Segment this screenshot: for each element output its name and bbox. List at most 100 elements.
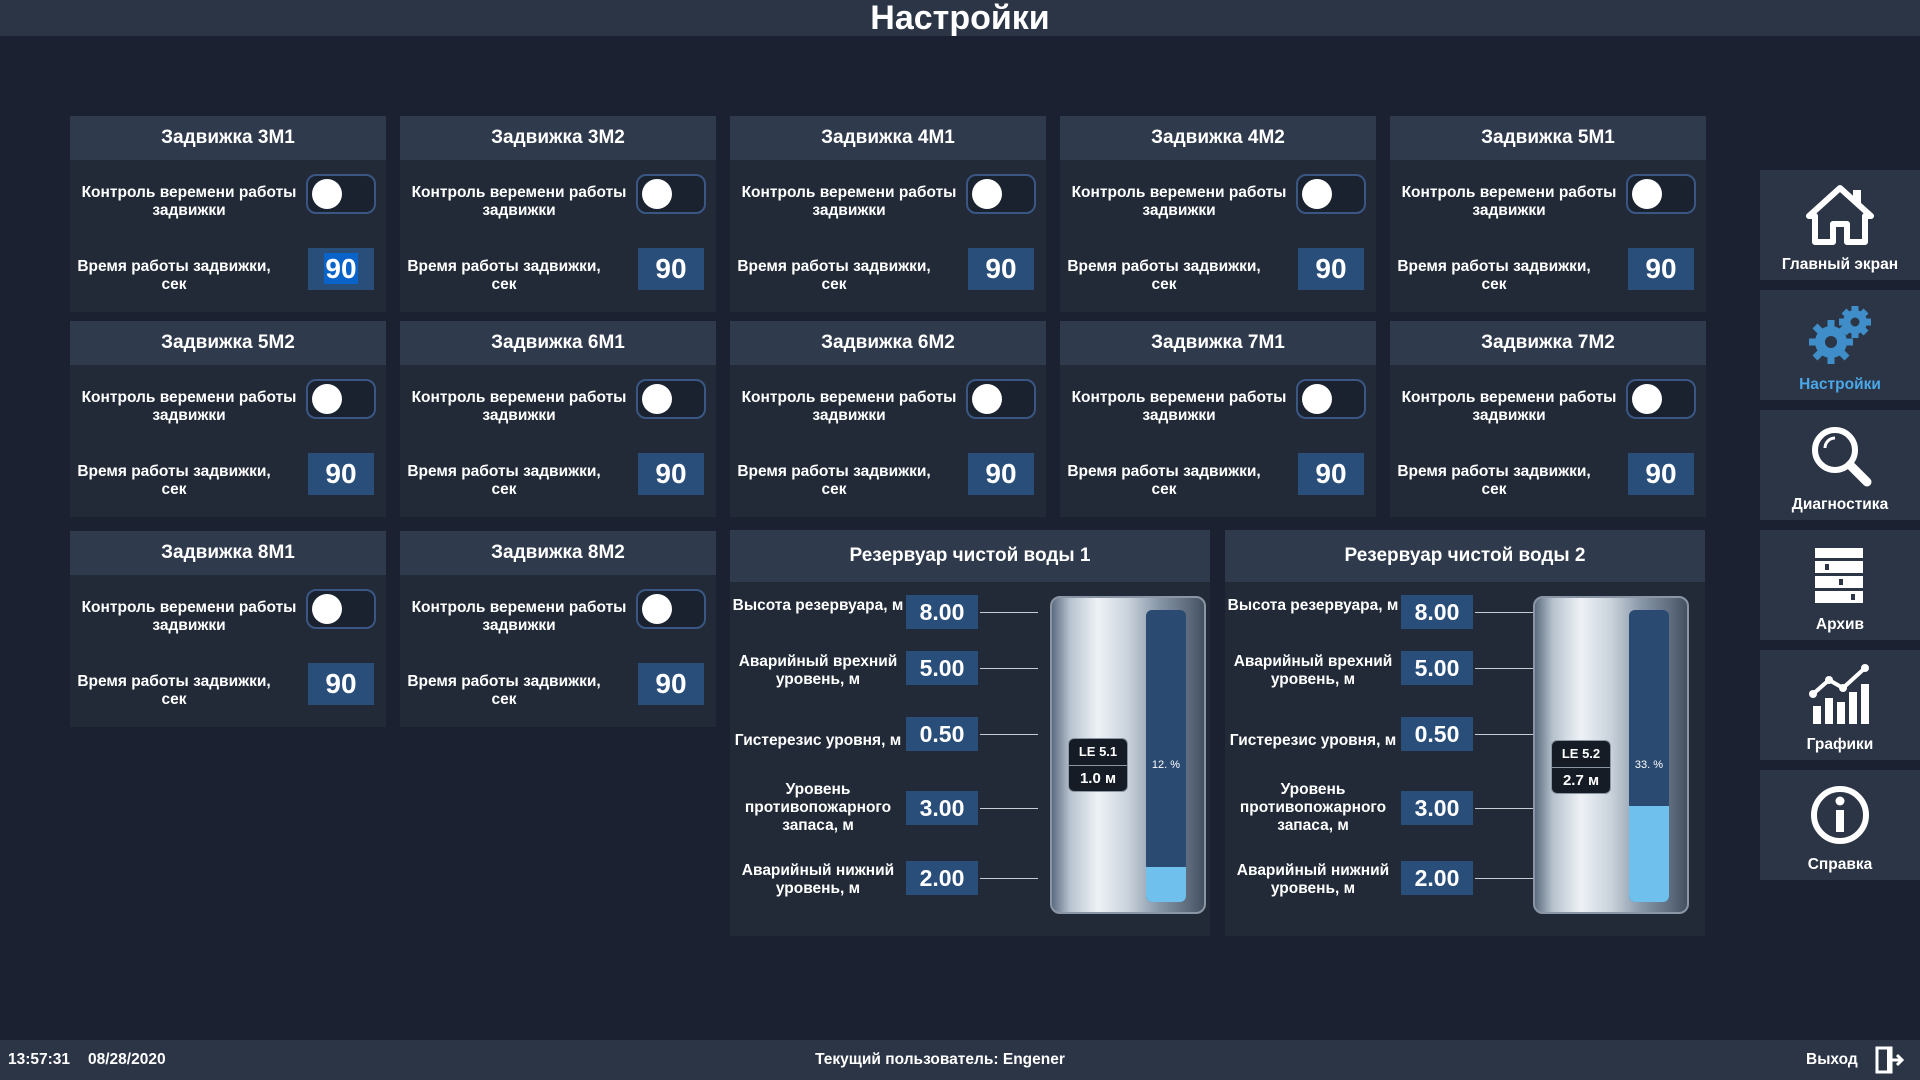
reservoir-param-input[interactable]: 5.00 (906, 651, 978, 685)
sensor-level: 1.0 м (1079, 770, 1117, 787)
nav-label: Справка (1807, 856, 1873, 873)
work-time-label: Время работы задвижки, сек (1067, 258, 1261, 293)
control-time-toggle[interactable] (306, 174, 376, 214)
control-time-toggle[interactable] (966, 379, 1036, 419)
nav-button-home[interactable]: Главный экран (1760, 170, 1920, 280)
reservoir-param-label: Уровень противопожарного запаса, м (744, 781, 892, 834)
gears-icon (1805, 302, 1875, 368)
work-time-input[interactable]: 90 (308, 248, 374, 290)
work-time-label: Время работы задвижки, сек (1397, 258, 1591, 293)
work-time-value: 90 (325, 668, 357, 699)
work-time-input[interactable]: 90 (1298, 453, 1364, 495)
valve-title: Задвижка 3М2 (400, 116, 716, 160)
control-time-toggle[interactable] (636, 174, 706, 214)
work-time-value: 90 (985, 253, 1017, 284)
work-time-input[interactable]: 90 (968, 248, 1034, 290)
valve-title: Задвижка 8М2 (400, 531, 716, 575)
work-time-input[interactable]: 90 (638, 663, 704, 705)
control-time-toggle[interactable] (636, 379, 706, 419)
control-time-toggle[interactable] (966, 174, 1036, 214)
toggle-knob (312, 384, 342, 414)
reservoir-param-input[interactable]: 2.00 (1401, 861, 1473, 895)
control-time-toggle[interactable] (306, 589, 376, 629)
reservoir-param-input[interactable]: 3.00 (1401, 791, 1473, 825)
control-time-label: Контроль веремени работы задвижки (741, 184, 957, 219)
work-time-input[interactable]: 90 (1298, 248, 1364, 290)
work-time-input[interactable]: 90 (638, 453, 704, 495)
work-time-input[interactable]: 90 (1628, 248, 1694, 290)
work-time-input[interactable]: 90 (1628, 453, 1694, 495)
work-time-value: 90 (655, 253, 687, 284)
work-time-value: 90 (655, 668, 687, 699)
work-time-label: Время работы задвижки, сек (407, 673, 601, 708)
level-marker-line (1475, 612, 1535, 613)
level-sensor-readout: LE 5.2 2.7 м (1551, 740, 1611, 794)
level-gauge: 33. % (1629, 610, 1669, 902)
reservoir-param-input[interactable]: 5.00 (1401, 651, 1473, 685)
control-time-toggle[interactable] (1626, 174, 1696, 214)
work-time-input[interactable]: 90 (638, 248, 704, 290)
valve-title: Задвижка 6М2 (730, 321, 1046, 365)
reservoir-param-input[interactable]: 0.50 (1401, 717, 1473, 751)
work-time-value: 90 (985, 458, 1017, 489)
work-time-input[interactable]: 90 (968, 453, 1034, 495)
toggle-knob (1302, 179, 1332, 209)
valve-title: Задвижка 5М1 (1390, 116, 1706, 160)
work-time-label: Время работы задвижки, сек (1397, 463, 1591, 498)
level-percent: 33. % (1634, 758, 1664, 771)
reservoir-param-label: Аварийный врехний уровень, м (738, 653, 898, 688)
control-time-label: Контроль веремени работы задвижки (741, 389, 957, 424)
nav-label: Главный экран (1781, 256, 1899, 273)
level-marker-line (980, 612, 1038, 613)
valve-title: Задвижка 7М2 (1390, 321, 1706, 365)
control-time-toggle[interactable] (636, 589, 706, 629)
control-time-toggle[interactable] (306, 379, 376, 419)
nav-button-info[interactable]: Справка (1760, 770, 1920, 880)
control-time-label: Контроль веремени работы задвижки (1071, 389, 1287, 424)
work-time-input[interactable]: 90 (308, 453, 374, 495)
nav-label: Диагностика (1791, 496, 1889, 513)
toggle-knob (972, 179, 1002, 209)
reservoir-param-input[interactable]: 8.00 (1401, 595, 1473, 629)
control-time-label: Контроль веремени работы задвижки (411, 389, 627, 424)
reservoir-param-input[interactable]: 0.50 (906, 717, 978, 751)
reservoir-param-input[interactable]: 8.00 (906, 595, 978, 629)
sensor-level: 2.7 м (1562, 772, 1600, 789)
status-bar: 13:57:31 08/28/2020 Текущий пользователь… (0, 1040, 1920, 1080)
toggle-knob (312, 594, 342, 624)
current-user: Текущий пользователь: Engener (815, 1051, 1065, 1068)
archive-icon (1805, 542, 1875, 608)
chart-icon (1805, 662, 1875, 728)
reservoir-param-input[interactable]: 2.00 (906, 861, 978, 895)
work-time-label: Время работы задвижки, сек (737, 258, 931, 293)
level-marker-line (1475, 734, 1535, 735)
control-time-label: Контроль веремени работы задвижки (81, 599, 297, 634)
work-time-label: Время работы задвижки, сек (77, 258, 271, 293)
exit-button[interactable]: Выход (1800, 1040, 1920, 1080)
valve-title: Задвижка 3М1 (70, 116, 386, 160)
control-time-label: Контроль веремени работы задвижки (81, 389, 297, 424)
control-time-toggle[interactable] (1296, 379, 1366, 419)
nav-button-magnifier[interactable]: Диагностика (1760, 410, 1920, 520)
reservoir-param-input[interactable]: 3.00 (906, 791, 978, 825)
nav-button-gears[interactable]: Настройки (1760, 290, 1920, 400)
control-time-toggle[interactable] (1296, 174, 1366, 214)
reservoir-param-label: Высота резервуара, м (1227, 597, 1399, 614)
toggle-knob (312, 179, 342, 209)
nav-label: Графики (1806, 736, 1874, 753)
nav-button-chart[interactable]: Графики (1760, 650, 1920, 760)
reservoir-param-label: Уровень противопожарного запаса, м (1239, 781, 1387, 834)
control-time-toggle[interactable] (1626, 379, 1696, 419)
valve-panel: Задвижка 4М2 Контроль веремени работы за… (1060, 116, 1376, 312)
work-time-input[interactable]: 90 (308, 663, 374, 705)
exit-label: Выход (1806, 1051, 1858, 1068)
toggle-knob (1632, 179, 1662, 209)
toggle-knob (642, 179, 672, 209)
level-sensor-readout: LE 5.1 1.0 м (1068, 738, 1128, 792)
nav-button-archive[interactable]: Архив (1760, 530, 1920, 640)
valve-panel: Задвижка 5М1 Контроль веремени работы за… (1390, 116, 1706, 312)
control-time-label: Контроль веремени работы задвижки (411, 599, 627, 634)
nav-label: Настройки (1799, 376, 1881, 393)
valve-title: Задвижка 4М1 (730, 116, 1046, 160)
reservoir-param-label: Гистерезис уровня, м (734, 732, 902, 749)
